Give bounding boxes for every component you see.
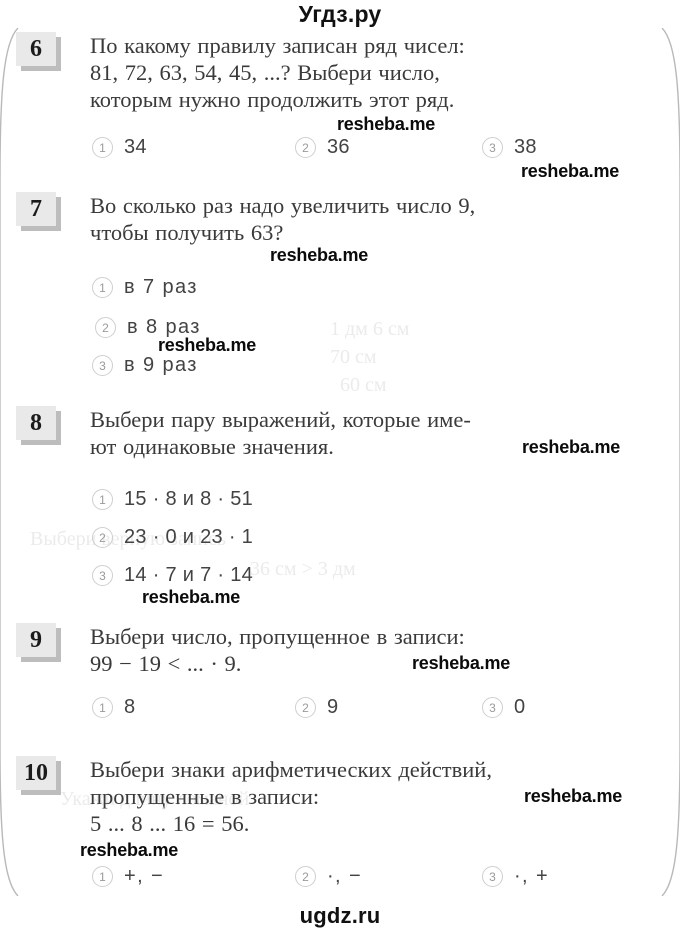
option-marker-circle: 1 <box>92 137 113 158</box>
option-9-3[interactable]: 3 0 <box>482 696 525 719</box>
option-marker-circle: 3 <box>482 866 503 887</box>
watermark-resheba: resheba.me <box>158 335 257 355</box>
option-8-2[interactable]: 2 23 · 0 и 23 · 1 <box>92 526 253 549</box>
watermark-resheba: resheba.me <box>142 587 241 607</box>
badge-number: 9 <box>16 623 56 657</box>
task-number-badge-6: 6 <box>16 32 61 71</box>
task-number-badge-10: 10 <box>16 756 61 795</box>
option-8-3[interactable]: 3 14 · 7 и 7 · 14 <box>92 564 253 587</box>
prompt-line: Выбери знаки арифметических действий, <box>90 757 492 782</box>
option-7-3[interactable]: 3 в 9 раз <box>92 354 198 377</box>
prompt-line: 81, 72, 63, 54, 45, ...? Выбери число, <box>90 60 440 85</box>
option-marker-circle: 2 <box>295 137 316 158</box>
option-label: 15 · 8 и 8 · 51 <box>124 488 254 510</box>
task-options-7: 1 в 7 раз 2 в 8 раз 3 в 9 раз <box>92 276 652 386</box>
option-label: в 9 раз <box>124 354 198 376</box>
task-prompt-6: По какому правилу записан ряд чисел: 81,… <box>90 32 648 113</box>
option-marker-circle: 2 <box>295 866 316 887</box>
badge-number: 7 <box>16 192 56 226</box>
option-6-1[interactable]: 1 34 <box>92 136 147 159</box>
option-label: 14 · 7 и 7 · 14 <box>124 564 254 586</box>
badge-number: 6 <box>16 32 56 66</box>
option-label: 23 · 0 и 23 · 1 <box>124 526 254 548</box>
task-number-badge-7: 7 <box>16 192 61 231</box>
site-footer-brand: ugdz.ru <box>299 903 381 928</box>
option-marker-circle: 2 <box>295 697 316 718</box>
prompt-line: чтобы получить 63? <box>90 220 284 245</box>
option-marker-circle: 3 <box>92 565 113 586</box>
option-label: в 7 раз <box>124 276 198 298</box>
task-options-10: 1 +, − 2 ·, − 3 ·, + <box>92 865 652 895</box>
task-options-8: 1 15 · 8 и 8 · 51 2 23 · 0 и 23 · 1 3 14… <box>92 488 652 596</box>
prompt-line: Выбери пару выражений, которые име- <box>90 407 471 432</box>
prompt-line: Выбери число, пропущенное в записи: <box>90 624 465 649</box>
task-number-badge-9: 9 <box>16 623 61 662</box>
option-label: 8 <box>124 696 136 718</box>
scanned-page-sheet: 1 дм 6 см 70 см 60 см Выбери верную запи… <box>0 28 680 896</box>
option-6-2[interactable]: 2 36 <box>295 136 350 159</box>
option-7-1[interactable]: 1 в 7 раз <box>92 276 198 299</box>
watermark-resheba: resheba.me <box>337 114 436 134</box>
prompt-line: Во сколько раз надо увеличить число 9, <box>90 193 476 218</box>
option-label: 34 <box>124 136 147 158</box>
option-label: 38 <box>514 136 537 158</box>
option-marker-circle: 3 <box>482 697 503 718</box>
option-9-1[interactable]: 1 8 <box>92 696 135 719</box>
prompt-line: 99 − 19 < ... · 9. <box>90 651 242 676</box>
option-10-1[interactable]: 1 +, − <box>92 865 164 888</box>
option-marker-circle: 2 <box>95 317 116 338</box>
prompt-line: По какому правилу записан ряд чисел: <box>90 33 465 58</box>
option-label: +, − <box>124 865 165 887</box>
watermark-resheba: resheba.me <box>270 245 369 265</box>
option-marker-circle: 3 <box>92 355 113 376</box>
option-9-2[interactable]: 2 9 <box>295 696 338 719</box>
option-10-2[interactable]: 2 ·, − <box>295 865 362 888</box>
option-label: ·, − <box>327 865 363 887</box>
option-10-3[interactable]: 3 ·, + <box>482 865 549 888</box>
task-options-9: 1 8 2 9 3 0 <box>92 696 652 726</box>
option-marker-circle: 2 <box>92 527 113 548</box>
prompt-line: которым нужно продолжить этот ряд. <box>90 87 455 112</box>
prompt-line: 5 ... 8 ... 16 = 56. <box>90 811 250 836</box>
option-marker-circle: 1 <box>92 277 113 298</box>
option-label: 9 <box>327 696 339 718</box>
watermark-resheba: resheba.me <box>524 786 623 806</box>
option-8-1[interactable]: 1 15 · 8 и 8 · 51 <box>92 488 253 511</box>
task-prompt-7: Во сколько раз надо увеличить число 9, ч… <box>90 192 648 246</box>
task-prompt-9: Выбери число, пропущенное в записи: 99 −… <box>90 623 648 677</box>
option-marker-circle: 1 <box>92 697 113 718</box>
option-label: 0 <box>514 696 526 718</box>
watermark-resheba: resheba.me <box>522 437 621 457</box>
badge-number: 10 <box>16 756 56 790</box>
option-6-3[interactable]: 3 38 <box>482 136 537 159</box>
watermark-resheba: resheba.me <box>412 653 511 673</box>
option-label: ·, + <box>514 865 550 887</box>
watermark-resheba: resheba.me <box>80 840 179 860</box>
badge-number: 8 <box>16 406 56 440</box>
watermark-resheba: resheba.me <box>521 161 620 181</box>
option-label: 36 <box>327 136 350 158</box>
option-marker-circle: 3 <box>482 137 503 158</box>
task-number-badge-8: 8 <box>16 406 61 445</box>
option-marker-circle: 1 <box>92 866 113 887</box>
option-marker-circle: 1 <box>92 489 113 510</box>
site-header-brand: Угдз.ру <box>298 1 382 27</box>
